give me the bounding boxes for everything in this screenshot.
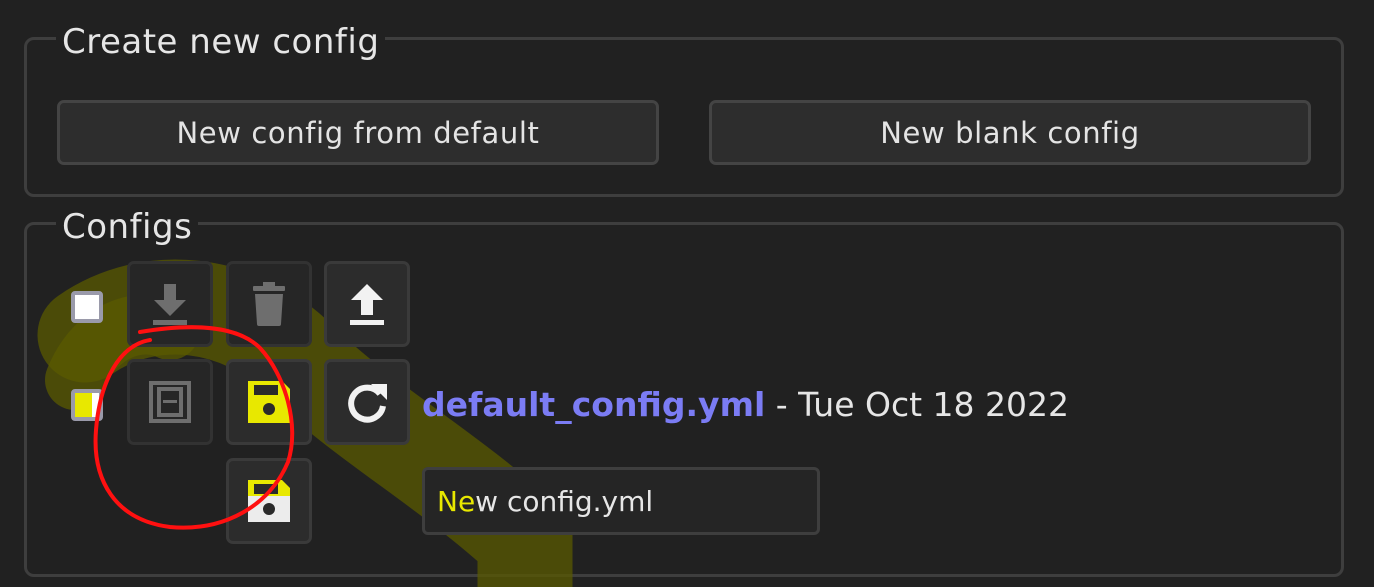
config-separator: - (765, 385, 799, 424)
new-config-name-input[interactable]: Ne w config.yml (422, 467, 820, 535)
config-entry: default_config.yml - Tue Oct 18 2022 (422, 381, 1069, 429)
configs-legend: Configs (56, 207, 199, 247)
reload-icon (348, 384, 387, 423)
config-date: Tue Oct 18 2022 (798, 385, 1070, 424)
select-all-checkbox[interactable] (71, 291, 103, 323)
reload-button[interactable] (324, 359, 410, 445)
save-new-config-button[interactable] (226, 458, 312, 544)
config-name-link[interactable]: default_config.yml (422, 385, 765, 424)
save-config-button[interactable] (226, 359, 312, 445)
new-config-from-default-button[interactable]: New config from default (57, 100, 659, 165)
autoload-button[interactable] (127, 359, 213, 445)
trash-icon (253, 282, 285, 326)
upload-button[interactable] (324, 261, 410, 347)
download-icon (153, 284, 187, 325)
autoload-icon (149, 381, 191, 423)
save-icon (248, 480, 290, 522)
upload-icon (350, 284, 384, 325)
save-icon (248, 381, 290, 423)
input-text-highlight: Ne (437, 484, 476, 518)
download-button[interactable] (127, 261, 213, 347)
input-text-rest: w config.yml (475, 484, 654, 518)
new-blank-config-button[interactable]: New blank config (709, 100, 1311, 165)
create-config-legend: Create new config (56, 22, 386, 62)
delete-button[interactable] (226, 261, 312, 347)
config-checkbox[interactable] (71, 389, 103, 421)
